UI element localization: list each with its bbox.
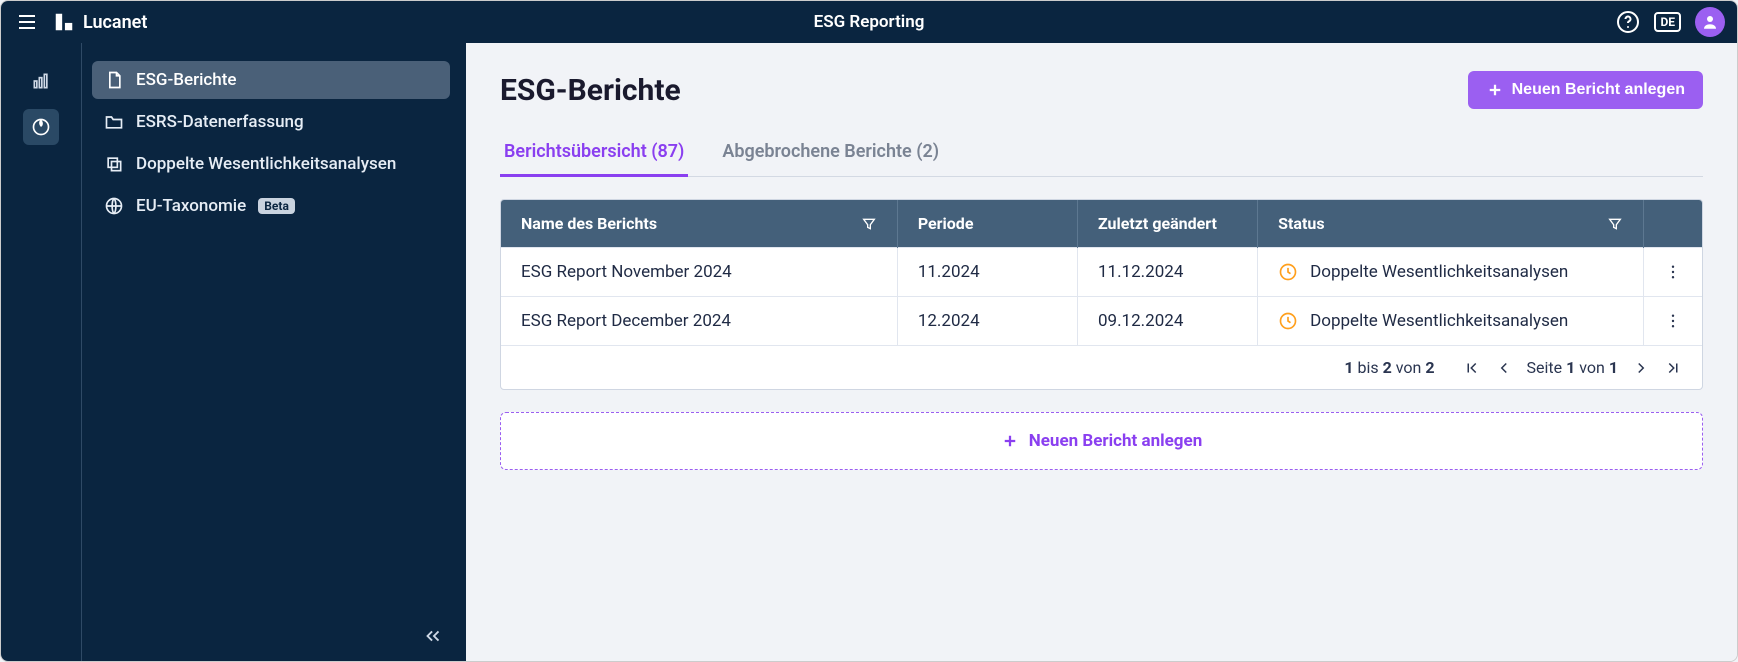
user-icon [1701,13,1719,31]
row-actions-button[interactable] [1664,312,1682,330]
rail-esg-button[interactable] [23,109,59,145]
clock-icon [1278,262,1298,282]
cell-period: 12.2024 [897,297,1077,346]
folder-icon [104,112,124,132]
tab-berichtsuebersicht[interactable]: Berichtsübersicht (87) [500,131,688,177]
brand: Lucanet [53,11,147,33]
add-report-dashed-button[interactable]: Neuen Bericht anlegen [500,412,1703,470]
reports-table: Name des Berichts Periode Zuletzt geände… [501,200,1702,345]
next-page-button[interactable] [1632,359,1650,377]
filter-icon[interactable] [861,216,877,232]
document-icon [104,70,124,90]
language-switcher[interactable]: DE [1654,12,1681,32]
sidebar-item-esrs-datenerfassung[interactable]: ESRS-Datenerfassung [92,103,450,141]
rail-reports-button[interactable] [23,63,59,99]
globe-icon [104,196,124,216]
sustainability-icon [31,117,51,137]
collapse-sidebar-button[interactable] [416,619,450,653]
sidebar-item-label: Doppelte Wesentlichkeitsanalysen [136,154,396,174]
copy-icon [104,154,124,174]
user-avatar[interactable] [1695,7,1725,37]
col-changed-label: Zuletzt geändert [1098,214,1217,233]
clock-icon [1278,311,1298,331]
beta-badge: Beta [258,198,295,214]
plus-icon [1486,81,1504,99]
first-page-button[interactable] [1463,359,1481,377]
chevrons-first-icon [1463,359,1481,377]
hamburger-icon [15,10,39,34]
hamburger-menu-button[interactable] [13,8,41,36]
sidebar-item-eu-taxonomie[interactable]: EU-Taxonomie Beta [92,187,450,225]
row-actions-button[interactable] [1664,263,1682,281]
bar-chart-icon [31,71,51,91]
last-page-button[interactable] [1664,359,1682,377]
cell-actions [1644,297,1703,346]
cell-status: Doppelte Wesentlichkeitsanalysen [1258,248,1644,297]
table-footer: 1 bis 2 von 2 Seite [501,345,1702,389]
chevron-right-icon [1632,359,1650,377]
col-period-label: Periode [918,214,974,233]
sidebar-item-doppelte-wesentlichkeitsanalysen[interactable]: Doppelte Wesentlichkeitsanalysen [92,145,450,183]
tabs: Berichtsübersicht (87) Abgebrochene Beri… [500,131,1703,177]
cell-actions [1644,248,1703,297]
col-period[interactable]: Periode [897,200,1077,248]
cell-status: Doppelte Wesentlichkeitsanalysen [1258,297,1644,346]
brand-logo-icon [53,11,75,33]
sidebar: ESG-Berichte ESRS-Datenerfassung Doppelt… [81,43,466,661]
nav-rail [1,43,81,661]
cell-status-label: Doppelte Wesentlichkeitsanalysen [1310,262,1568,282]
prev-page-button[interactable] [1495,359,1513,377]
col-name-label: Name des Berichts [521,214,657,233]
sidebar-item-label: ESRS-Datenerfassung [136,112,304,132]
col-name[interactable]: Name des Berichts [501,200,897,248]
cell-changed: 09.12.2024 [1077,297,1257,346]
range-label: 1 bis 2 von 2 [1344,358,1434,377]
main-content: ESG-Berichte Neuen Bericht anlegen Beric… [466,43,1737,661]
new-report-button-label: Neuen Bericht anlegen [1512,81,1685,99]
cell-name: ESG Report November 2024 [501,248,897,297]
help-button[interactable] [1616,10,1640,34]
page-label: Seite 1 von 1 [1527,358,1618,377]
filter-icon[interactable] [1607,216,1623,232]
cell-changed: 11.12.2024 [1077,248,1257,297]
col-changed[interactable]: Zuletzt geändert [1077,200,1257,248]
col-actions [1644,200,1703,248]
more-vertical-icon [1664,312,1682,330]
cell-status-label: Doppelte Wesentlichkeitsanalysen [1310,311,1568,331]
sidebar-item-label: ESG-Berichte [136,70,237,90]
chevrons-last-icon [1664,359,1682,377]
cell-name: ESG Report December 2024 [501,297,897,346]
tab-abgebrochene-berichte[interactable]: Abgebrochene Berichte (2) [718,131,943,177]
more-vertical-icon [1664,263,1682,281]
chevron-left-icon [1495,359,1513,377]
chevrons-left-icon [422,625,444,647]
sidebar-item-label: EU-Taxonomie [136,196,246,216]
new-report-button[interactable]: Neuen Bericht anlegen [1468,71,1703,109]
table-row[interactable]: ESG Report December 2024 12.2024 09.12.2… [501,297,1702,346]
col-status-label: Status [1278,214,1324,233]
plus-icon [1001,432,1019,450]
col-status[interactable]: Status [1258,200,1644,248]
cell-period: 11.2024 [897,248,1077,297]
page-title: ESG-Berichte [500,73,681,108]
sidebar-item-esg-berichte[interactable]: ESG-Berichte [92,61,450,99]
table-row[interactable]: ESG Report November 2024 11.2024 11.12.2… [501,248,1702,297]
page-area-title: ESG Reporting [814,12,925,32]
add-report-dashed-label: Neuen Bericht anlegen [1029,431,1202,451]
brand-name: Lucanet [83,12,147,33]
help-icon [1616,10,1640,34]
